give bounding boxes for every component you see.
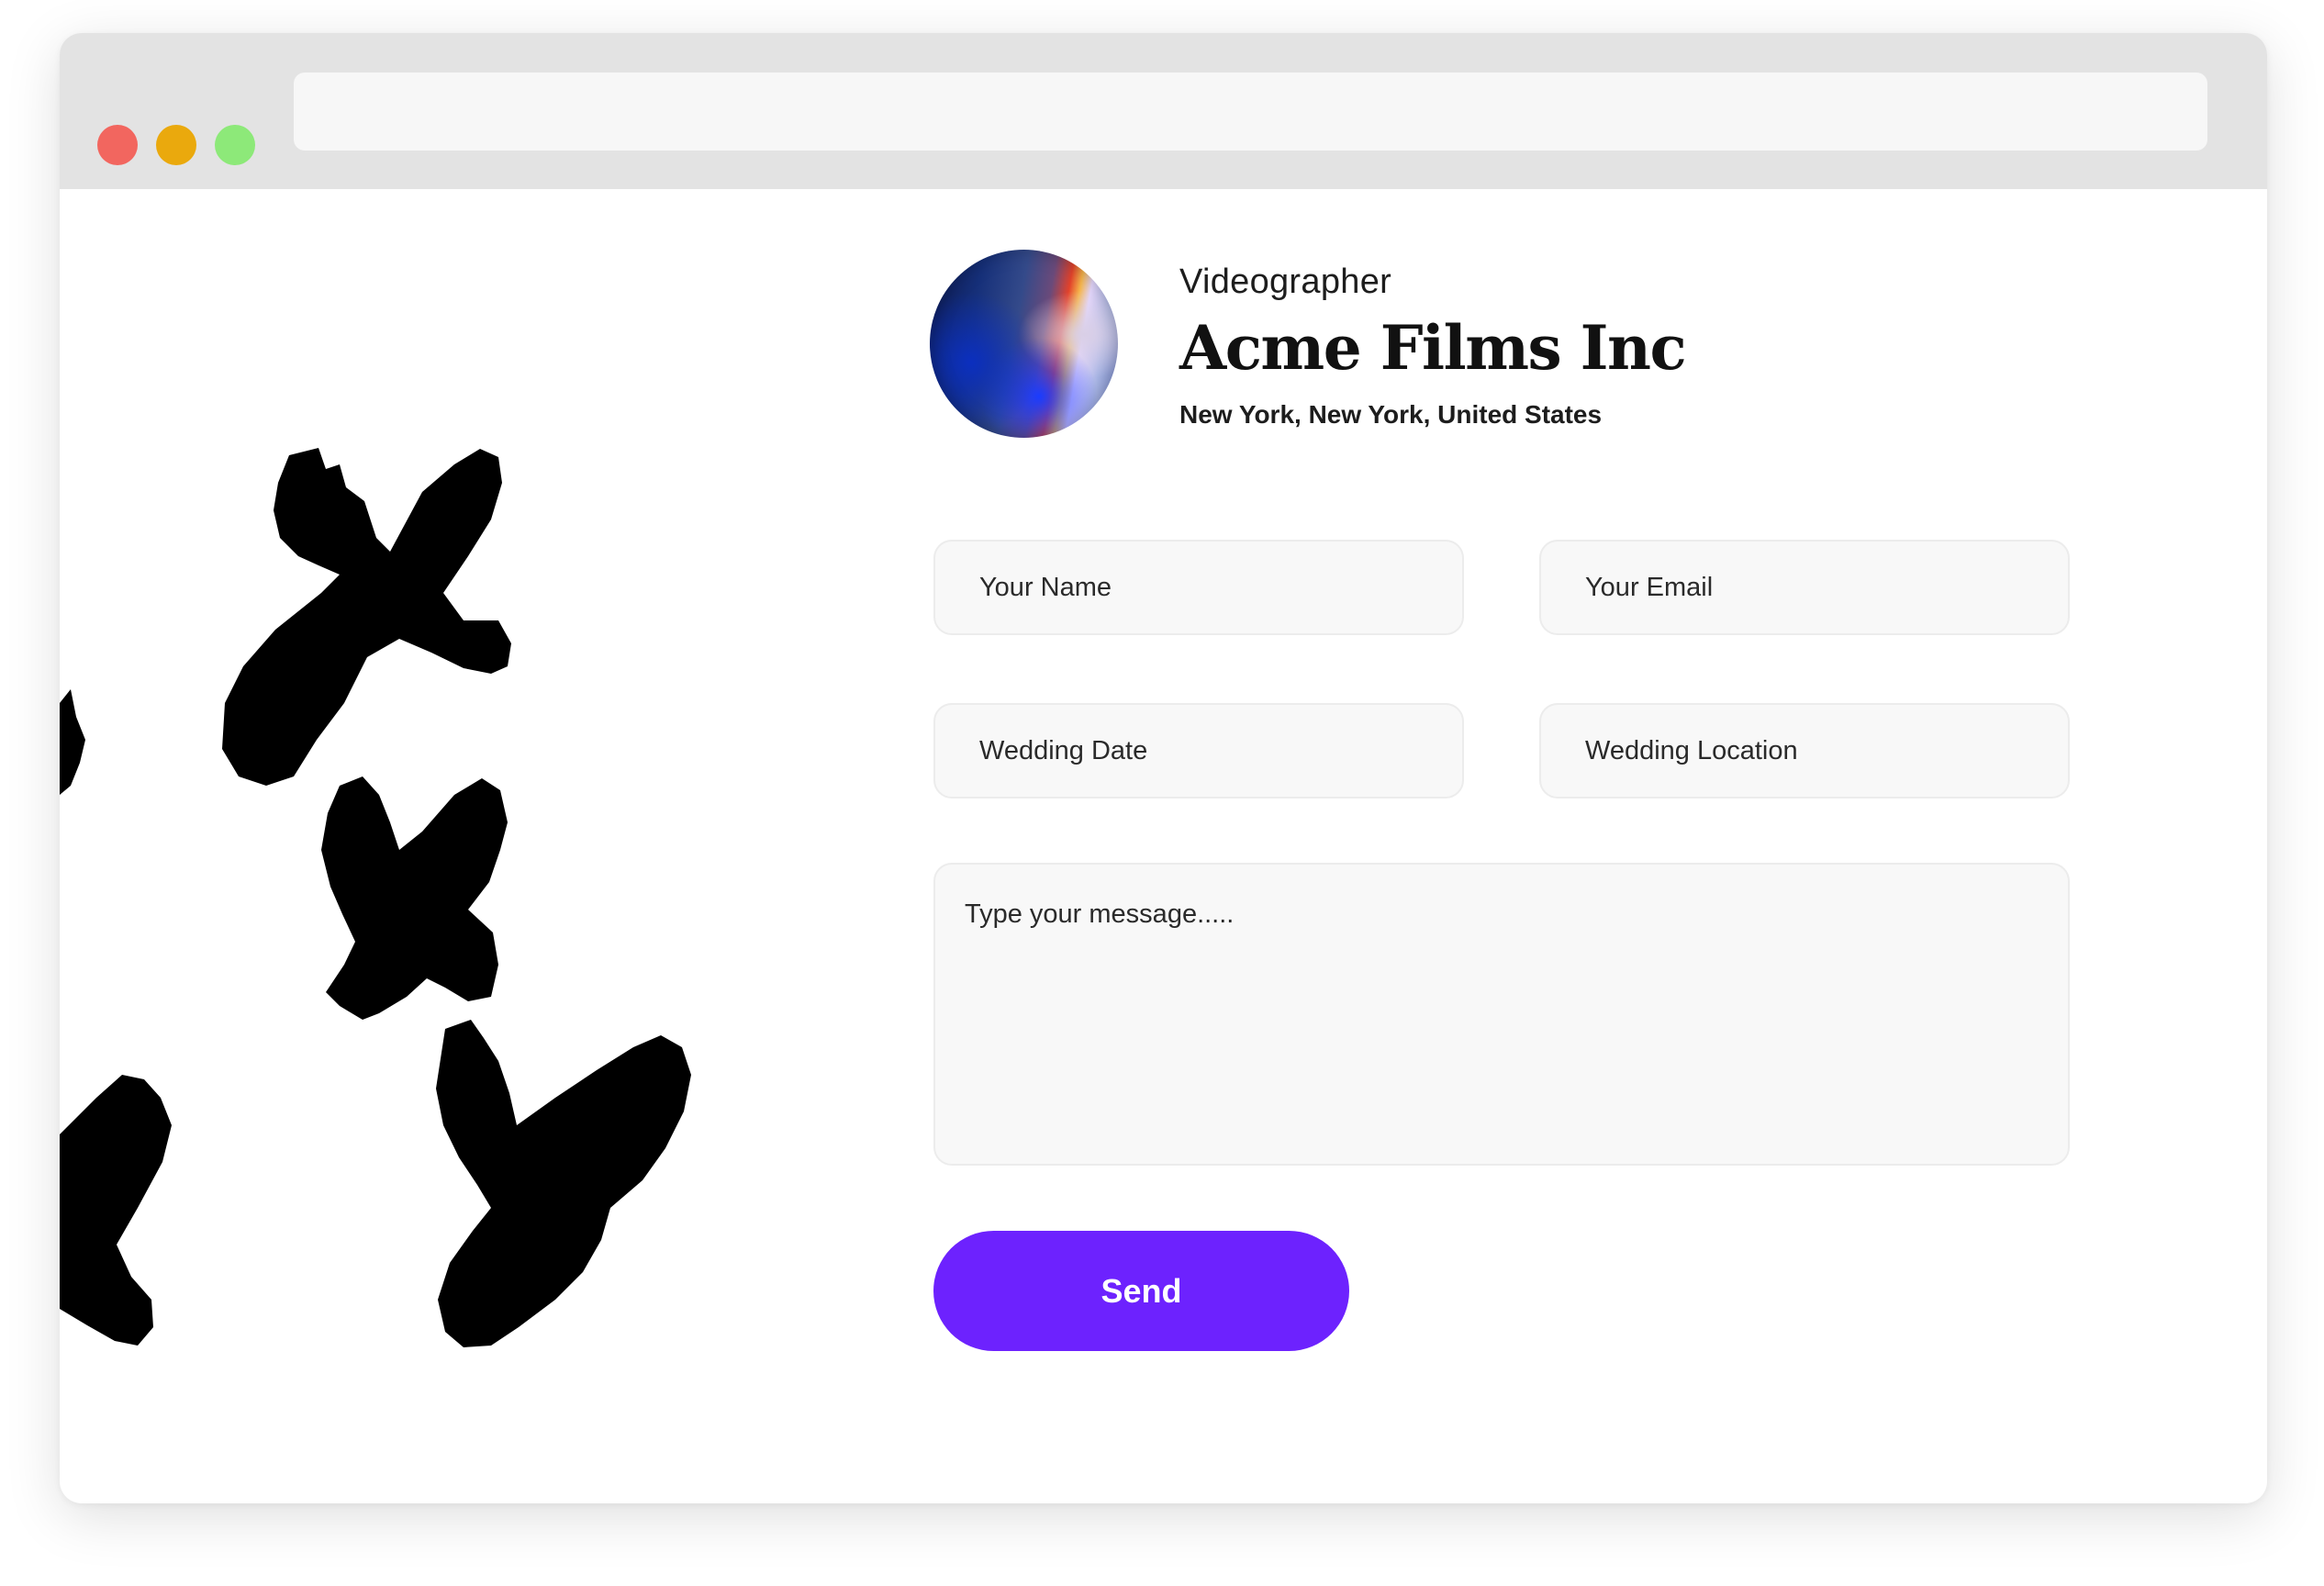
- name-input[interactable]: [933, 540, 1464, 635]
- company-name: Acme Films Inc: [1179, 312, 1687, 384]
- wedding-date-input[interactable]: [933, 703, 1464, 799]
- send-button[interactable]: Send: [933, 1231, 1349, 1351]
- maximize-window-button[interactable]: [215, 125, 255, 165]
- close-window-button[interactable]: [97, 125, 138, 165]
- browser-titlebar: [60, 33, 2267, 189]
- wedding-location-input[interactable]: [1539, 703, 2070, 799]
- brush-stroke-5: [436, 1020, 691, 1347]
- decorative-brush-x-art: [60, 189, 849, 1503]
- email-input[interactable]: [1539, 540, 2070, 635]
- minimize-window-button[interactable]: [156, 125, 196, 165]
- brush-stroke-3: [60, 689, 85, 795]
- brush-stroke-1: [222, 448, 511, 786]
- company-location: New York, New York, United States: [1179, 400, 1603, 429]
- brush-stroke-4: [60, 1075, 172, 1346]
- brush-stroke-2: [321, 776, 508, 1020]
- company-avatar: [930, 250, 1118, 438]
- message-textarea[interactable]: [933, 863, 2070, 1166]
- profile-role: Videographer: [1179, 262, 1392, 301]
- address-bar[interactable]: [294, 73, 2207, 151]
